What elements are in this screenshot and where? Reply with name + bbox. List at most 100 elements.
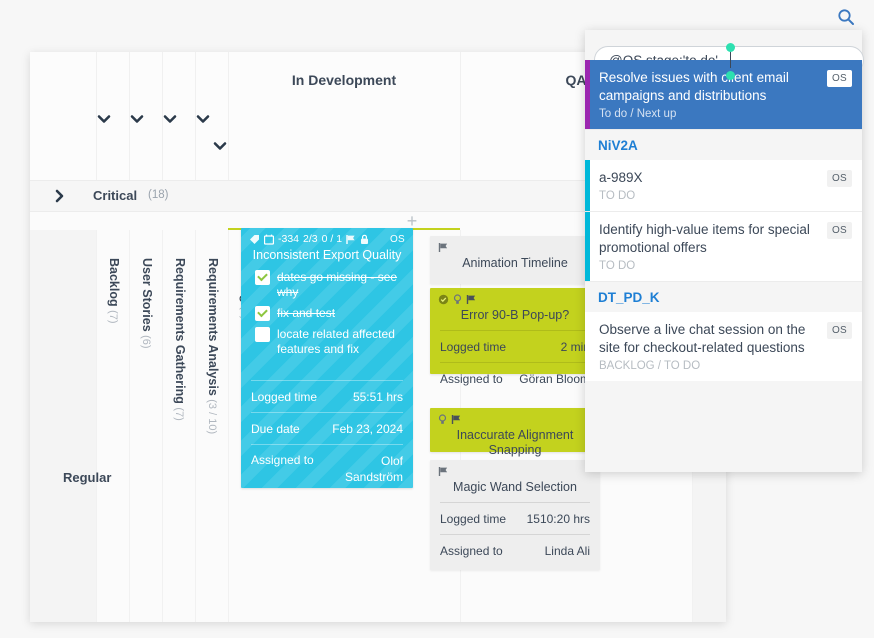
tag-icon: [249, 234, 260, 245]
card-title: Animation Timeline: [440, 256, 590, 271]
search-result-title: Observe a live chat session on the site …: [599, 321, 820, 357]
card-title: Error 90-B Pop-up?: [440, 308, 590, 323]
card-field-key: Assigned to: [251, 453, 314, 467]
text-selection-handle-top[interactable]: [726, 43, 735, 52]
card-inaccurate-alignment-snapping[interactable]: Inaccurate Alignment Snapping: [430, 408, 600, 452]
search-result-item[interactable]: Observe a live chat session on the site …: [585, 312, 862, 381]
search-result-item[interactable]: a-989X TO DO OS: [585, 160, 862, 212]
search-results-list: Project B2 Resolve issues with client em…: [585, 30, 862, 381]
search-result-title: Identify high-value items for special pr…: [599, 221, 820, 257]
card-meta: -334 2/3 0 / 1 OS: [249, 232, 405, 246]
chevron-down-icon-backlog[interactable]: [96, 114, 112, 124]
vertical-column-requirements-analysis-label: Requirements Analysis: [206, 258, 220, 396]
chevron-down-icon-user-stories[interactable]: [129, 114, 145, 124]
card-title: Inaccurate Alignment Snapping: [440, 428, 590, 458]
card-field-value: Göran Bloom: [519, 372, 590, 386]
column-group-in-development: In Development: [228, 72, 460, 88]
checkbox-unchecked-icon[interactable]: [255, 327, 270, 342]
search-result-status: BACKLOG / TO DO: [599, 360, 820, 372]
card-field-logged-time: Logged time 55:51 hrs: [251, 380, 403, 413]
vertical-column-requirements-analysis-count: (3 / 10): [206, 399, 218, 434]
card-field-logged-time: Logged time 1510:20 hrs: [440, 502, 590, 535]
card-field-key: Logged time: [440, 340, 506, 354]
search-result-avatar[interactable]: OS: [827, 70, 852, 87]
vertical-column-user-stories[interactable]: User Stories (6): [140, 258, 154, 349]
card-animation-timeline[interactable]: Animation Timeline: [430, 236, 600, 284]
card-field-assigned-to: Assigned to Linda Ali: [440, 534, 590, 567]
search-result-avatar[interactable]: OS: [827, 222, 852, 239]
swimlane-name-regular: Regular: [63, 470, 111, 485]
check-circle-icon: [438, 294, 449, 305]
flag-icon: [438, 242, 449, 253]
search-result-status: TO DO: [599, 190, 820, 202]
search-result-title: Resolve issues with client email campaig…: [599, 69, 820, 105]
card-meta: [438, 412, 592, 426]
checklist-item[interactable]: dates go missing - see why: [255, 270, 401, 300]
card-field-key: Due date: [251, 422, 300, 436]
card-field-key: Assigned to: [440, 372, 503, 386]
card-field-value: 55:51 hrs: [353, 390, 403, 404]
chevron-down-icon-requirements-analysis[interactable]: [195, 114, 211, 124]
result-color-bar: [585, 60, 590, 129]
checklist-item[interactable]: locate related affected features and fix: [255, 327, 401, 357]
vertical-column-backlog[interactable]: Backlog (7): [107, 258, 121, 324]
card-error-90b-popup[interactable]: Error 90-B Pop-up? Logged time 2 min Ass…: [430, 288, 600, 374]
chevron-down-icon-requirements-gathering[interactable]: [162, 114, 178, 124]
card-field-value: Feb 23, 2024: [332, 422, 403, 436]
checklist-item-label: fix and test: [277, 306, 401, 321]
card-field-value: Linda Ali: [545, 544, 590, 558]
chevron-right-icon[interactable]: [54, 189, 66, 203]
vertical-column-backlog-label: Backlog: [107, 258, 121, 307]
vertical-column-backlog-count: (7): [107, 310, 119, 323]
search-dropdown-panel: Project B2 Resolve issues with client em…: [585, 30, 862, 472]
card-field-value: Olof Sandström: [331, 453, 403, 485]
card-meta: [438, 240, 592, 254]
search-result-item[interactable]: Resolve issues with client email campaig…: [585, 60, 862, 130]
result-color-bar: [585, 160, 590, 211]
vertical-column-requirements-gathering-label: Requirements Gathering: [173, 258, 187, 404]
card-field-logged-time: Logged time 2 min: [440, 330, 590, 363]
chevron-down-icon-waiting[interactable]: [212, 141, 228, 151]
card-assignee-avatar[interactable]: OS: [390, 234, 405, 245]
search-result-avatar[interactable]: OS: [827, 170, 852, 187]
card-magic-wand-selection[interactable]: Magic Wand Selection Logged time 1510:20…: [430, 460, 600, 570]
search-result-title: a-989X: [599, 169, 820, 187]
card-field-key: Logged time: [251, 390, 317, 404]
card-field-assigned-to: Assigned to Göran Bloom: [440, 362, 590, 395]
card-attachment-count: 0 / 1: [322, 233, 342, 245]
card-days-overdue: -334: [278, 233, 299, 245]
checkbox-checked-icon[interactable]: [255, 306, 270, 321]
checklist-item-label: dates go missing - see why: [277, 270, 401, 300]
checklist-item-label: locate related affected features and fix: [277, 327, 401, 357]
flag-icon: [451, 414, 462, 425]
card-meta: [438, 464, 592, 478]
calendar-icon: [264, 234, 274, 245]
search-result-status: To do / Next up: [599, 108, 820, 120]
swimlane-name: Critical: [93, 188, 137, 203]
search-result-item[interactable]: Identify high-value items for special pr…: [585, 212, 862, 282]
card-title: Inconsistent Export Quality: [251, 248, 403, 263]
vertical-column-requirements-analysis[interactable]: Requirements Analysis (3 / 10): [206, 258, 220, 434]
search-result-avatar[interactable]: OS: [827, 322, 852, 339]
card-field-assigned-to: Assigned to Olof Sandström: [251, 444, 403, 497]
search-result-group-header: DT_PD_K: [585, 282, 862, 312]
card-field-due-date: Due date Feb 23, 2024: [251, 412, 403, 445]
vertical-column-requirements-gathering[interactable]: Requirements Gathering (7): [173, 258, 187, 421]
search-result-group-header: NiV2A: [585, 130, 862, 160]
card-inconsistent-export-quality[interactable]: -334 2/3 0 / 1 OS Inconsistent Export Qu…: [241, 228, 413, 488]
card-title: Magic Wand Selection: [440, 480, 590, 495]
result-color-bar: [585, 212, 590, 281]
lightbulb-icon: [438, 414, 447, 425]
checklist-item[interactable]: fix and test: [255, 306, 401, 321]
search-icon[interactable]: [836, 7, 856, 27]
card-checklist-progress: 2/3: [303, 233, 318, 245]
card-field-key: Assigned to: [440, 544, 503, 558]
checkbox-checked-icon[interactable]: [255, 270, 270, 285]
card-checklist: dates go missing - see why fix and test …: [255, 270, 401, 363]
text-selection-handle-bottom[interactable]: [726, 71, 735, 80]
flag-icon: [466, 294, 477, 305]
swimlane-count: (18): [148, 189, 168, 201]
flag-icon: [346, 234, 356, 245]
card-meta: [438, 292, 592, 306]
search-result-status: TO DO: [599, 260, 820, 272]
